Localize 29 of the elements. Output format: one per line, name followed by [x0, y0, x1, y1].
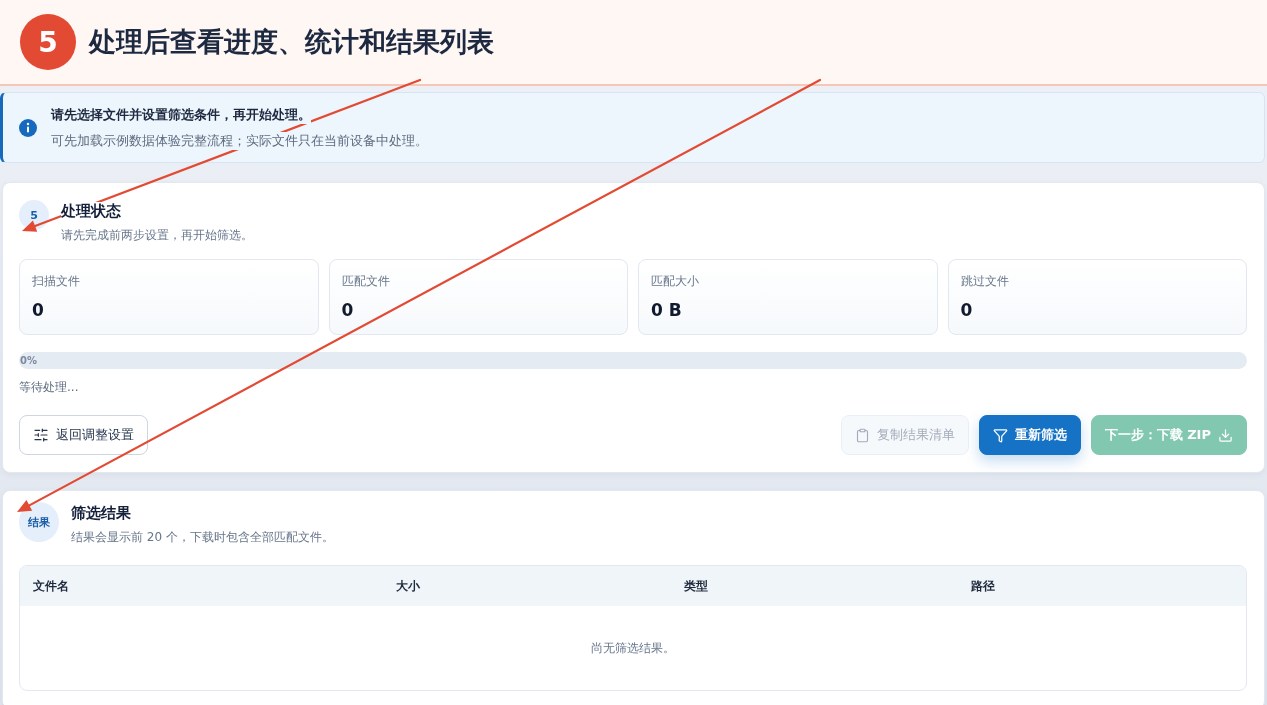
column-header: 文件名: [32, 577, 70, 595]
stat-label: 匹配文件: [341, 273, 390, 289]
column-header: 大小: [395, 577, 421, 595]
clipboard-icon: [854, 427, 870, 443]
step-circle: 5: [19, 200, 49, 230]
sliders-icon: [33, 427, 49, 443]
step-circle: 结果: [19, 502, 59, 542]
step-badge: 5: [20, 14, 76, 70]
column-header: 路径: [970, 577, 996, 595]
card-title: 处理状态: [61, 202, 121, 220]
notice-title: 请先选择文件并设置筛选条件，再开始处理。: [51, 105, 311, 124]
stat-value: 0: [960, 300, 973, 320]
info-icon: [19, 118, 37, 137]
filter-icon: [992, 427, 1008, 443]
download-icon: [1218, 427, 1233, 443]
back-settings-button[interactable]: 返回调整设置: [19, 415, 148, 455]
empty-message: 尚无筛选结果。: [591, 639, 675, 657]
column-header: 类型: [683, 577, 709, 595]
progress-percent: 0%: [19, 355, 37, 366]
stat-label: 匹配大小: [651, 273, 699, 289]
card-title: 筛选结果: [71, 504, 131, 522]
stat-value: 0: [341, 300, 354, 320]
status-text: 等待处理...: [19, 380, 80, 395]
stat-label: 扫描文件: [32, 273, 80, 289]
stat-label: 跳过文件: [960, 273, 1009, 289]
page-title: 处理后查看进度、统计和结果列表: [89, 25, 494, 59]
stat-value: 0 B: [651, 300, 682, 320]
stat-value: 0: [32, 300, 44, 320]
refilter-button[interactable]: 重新筛选: [978, 415, 1081, 455]
